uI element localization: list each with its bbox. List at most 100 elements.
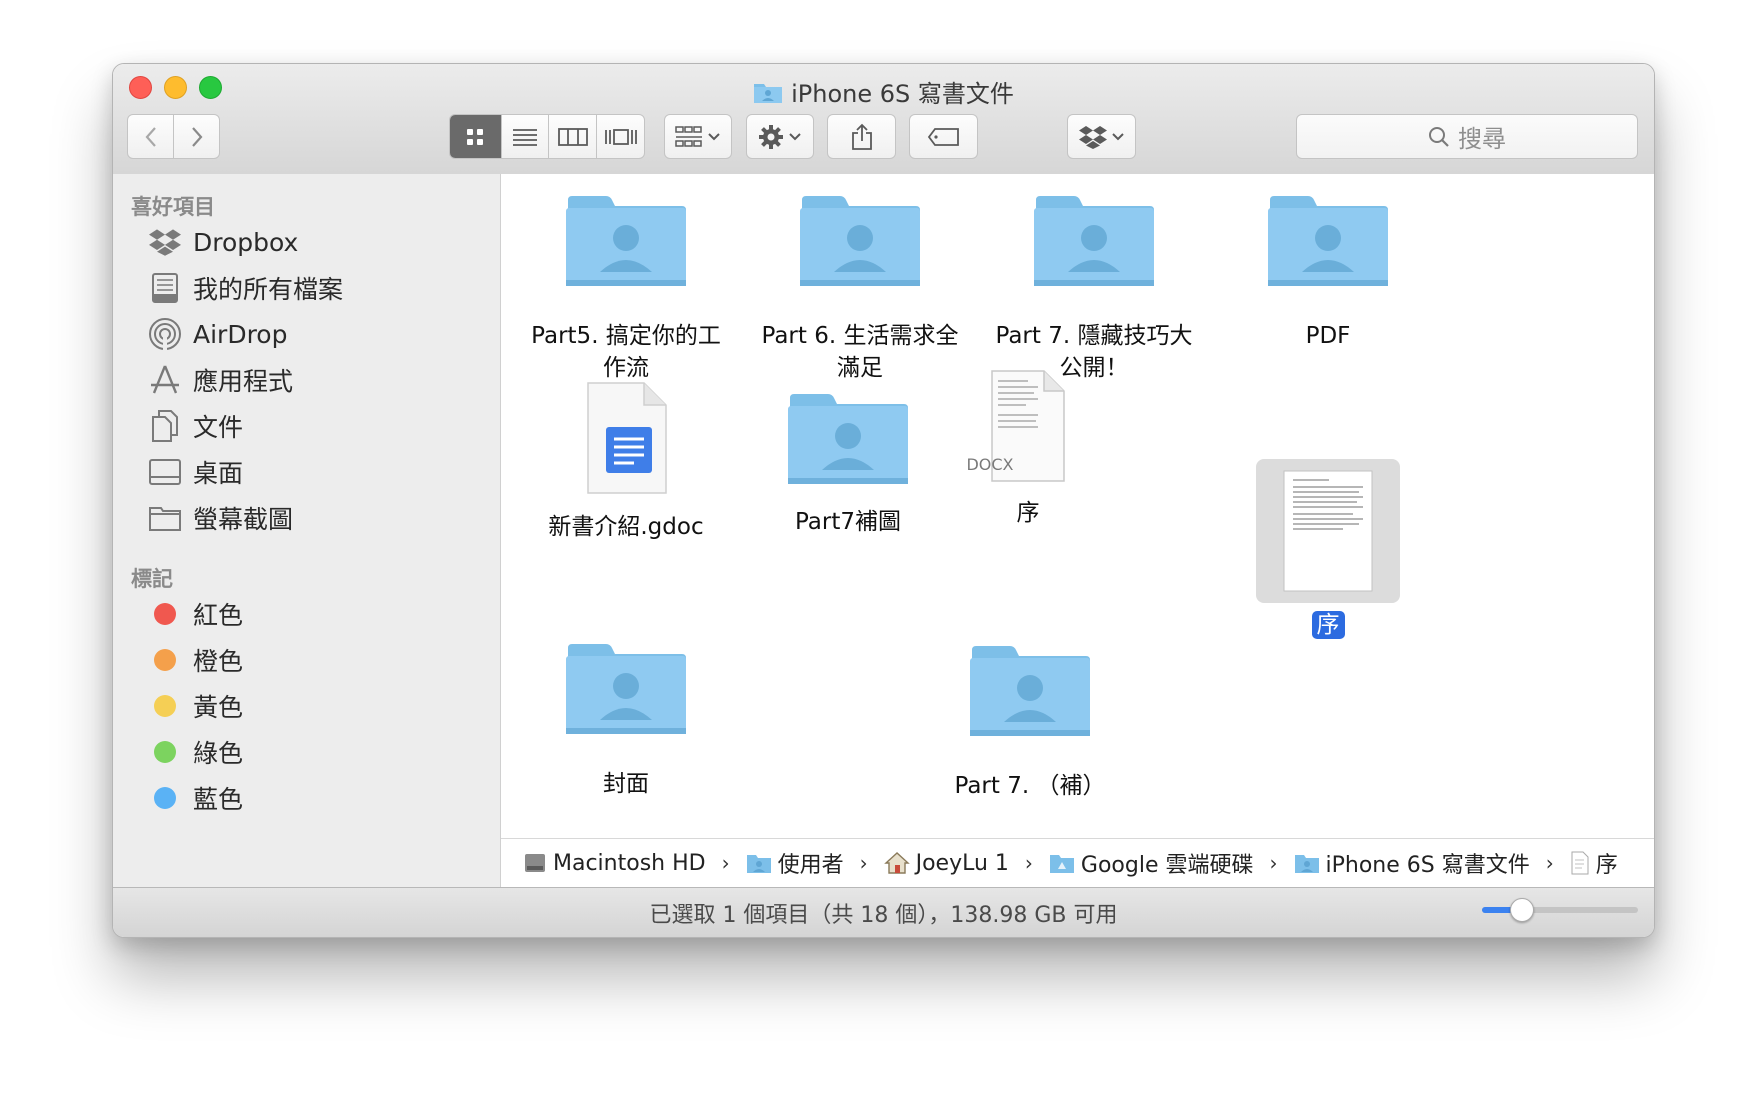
crumb-label: 使用者 [777,853,844,878]
folder-item[interactable]: Part 7. （補） [930,644,1130,802]
sidebar-item-dropbox[interactable]: Dropbox [147,220,298,264]
sidebar-item-label: 桌面 [193,459,244,488]
folder-item[interactable]: PDF [1228,194,1428,352]
arrange-button[interactable] [664,114,732,159]
sidebar-item-label: Dropbox [193,227,299,257]
back-button[interactable] [128,115,174,158]
tags-button[interactable] [909,114,978,159]
item-label: PDF [1305,323,1351,349]
crumb-label: Google 雲端硬碟 [1080,853,1254,878]
folder-item[interactable]: Part 7. 隱藏技巧大公開！ [994,194,1194,384]
sidebar-item-label: 紅色 [193,601,244,630]
yellow-tag-dot [154,695,176,717]
grid-icon [467,128,484,145]
shared-folder-icon [800,196,920,286]
applications-icon [147,362,183,398]
orange-tag-dot [154,649,176,671]
chevron-down-icon [789,132,801,140]
sidebar-item-applications[interactable]: 應用程式 [147,358,293,402]
path-crumb-file[interactable]: 序 [1570,847,1618,879]
home-icon [883,852,910,874]
status-bar: 已選取 1 個項目（共 18 個），138.98 GB 可用 [113,887,1654,937]
tags-header: 標記 [131,567,173,591]
documents-icon [147,408,183,444]
chevron-right-icon: › [859,851,868,875]
shared-folder-icon [1034,196,1154,286]
gallery-view-button[interactable] [597,115,644,158]
sidebar-item-label: 螢幕截圖 [193,505,294,534]
path-crumb-google-drive[interactable]: Google 雲端硬碟 [1049,847,1254,879]
shared-folder-icon [1268,196,1388,286]
shared-folder-icon [1294,855,1319,873]
folder-item[interactable]: Part7補圖 [748,392,948,538]
sidebar-item-desktop[interactable]: 桌面 [147,450,243,494]
file-grid: Part5. 搞定你的工作流 Part 6. 生活需求全滿足 Part 7. 隱… [501,174,1654,838]
shared-folder-icon [566,644,686,734]
green-tag-dot [154,741,176,763]
cover-flow-icon [604,128,637,145]
selection-highlight [1256,459,1400,603]
search-icon [1429,126,1449,147]
sidebar-tag-blue[interactable]: 藍色 [147,776,243,820]
path-crumb-macintosh-hd[interactable]: Macintosh HD [523,851,706,876]
favorites-header: 喜好項目 [131,195,215,219]
item-label: 封面 [603,771,649,797]
nav-buttons [127,114,220,159]
sidebar-item-documents[interactable]: 文件 [147,404,243,448]
sidebar-item-screenshots[interactable]: 螢幕截圖 [147,496,293,540]
window-title: iPhone 6S 寫書文件 [113,74,1654,109]
view-mode-control [449,114,645,159]
chevron-right-icon: › [1024,851,1033,875]
all-files-icon [147,270,183,306]
dropbox-toolbar-button[interactable] [1067,114,1136,159]
selected-item-label: 序 [1311,611,1345,639]
sidebar-tag-yellow[interactable]: 黃色 [147,684,243,728]
action-button[interactable] [746,114,814,159]
dropbox-icon [147,224,183,260]
docx-badge: DOCX [966,455,1014,474]
tag-icon [927,127,959,146]
google-drive-folder-icon [1049,855,1074,873]
airdrop-icon [147,316,183,352]
file-item[interactable]: 新書介紹.gdoc [526,379,726,543]
path-bar: Macintosh HD › 使用者 › JoeyLu 1 › Google 雲… [501,838,1654,887]
sidebar-tag-orange[interactable]: 橙色 [147,638,243,682]
sidebar-tag-green[interactable]: 綠色 [147,730,243,774]
column-view-button[interactable] [549,115,598,158]
sidebar-item-label: 我的所有檔案 [193,275,344,304]
dropbox-icon [1078,125,1107,149]
path-crumb-iphone-docs[interactable]: iPhone 6S 寫書文件 [1294,847,1530,879]
chevron-right-icon: › [721,851,730,875]
sidebar-item-label: 文件 [193,413,244,442]
folder-item[interactable]: Part 6. 生活需求全滿足 [760,194,960,384]
share-button[interactable] [827,114,896,159]
shared-folder-icon [566,196,686,286]
shared-folder-icon [788,394,908,484]
folder-item[interactable]: Part5. 搞定你的工作流 [526,194,726,384]
slider-knob[interactable] [1510,898,1534,922]
status-text: 已選取 1 個項目（共 18 個），138.98 GB 可用 [649,903,1118,928]
sidebar-tag-red[interactable]: 紅色 [147,592,243,636]
search-input[interactable]: 搜尋 [1296,114,1638,159]
finder-window: iPhone 6S 寫書文件 搜尋 喜好項目 Dropbox 我的所有檔案 Ai… [112,63,1655,938]
sidebar-item-airdrop[interactable]: AirDrop [147,312,287,356]
list-view-button[interactable] [502,115,550,158]
sidebar-item-all-files[interactable]: 我的所有檔案 [147,266,343,310]
file-item-selected[interactable]: 序 [1228,459,1428,641]
path-crumb-users[interactable]: 使用者 [746,847,844,879]
sidebar-item-label: 黃色 [193,693,244,722]
hard-drive-icon [525,854,545,872]
folder-item[interactable]: 封面 [526,642,726,800]
forward-button[interactable] [174,115,219,158]
sidebar: 喜好項目 Dropbox 我的所有檔案 AirDrop 應用程式 文件 桌面 螢… [113,174,501,887]
google-doc-icon [587,382,667,494]
item-label: Part 7. （補） [954,773,1106,799]
path-crumb-home[interactable]: JoeyLu 1 [883,851,1009,876]
crumb-label: Macintosh HD [553,850,706,876]
item-label: Part7補圖 [794,509,902,535]
gear-icon [759,124,783,149]
icon-size-slider[interactable] [1482,898,1638,922]
item-label: 序 [1228,609,1428,641]
file-item[interactable]: DOCX 序 [928,369,1128,529]
icon-view-button[interactable] [450,115,502,158]
